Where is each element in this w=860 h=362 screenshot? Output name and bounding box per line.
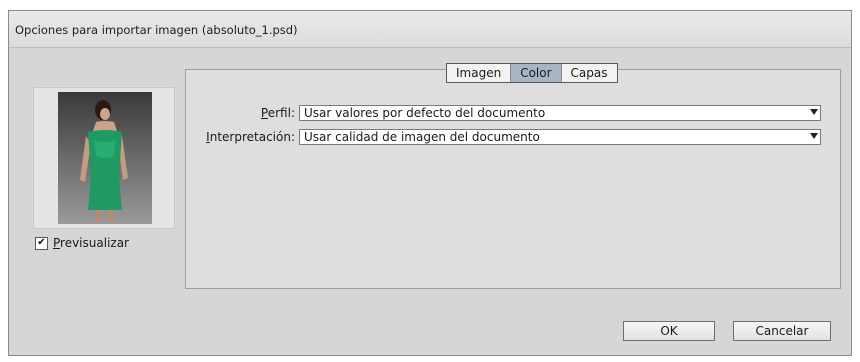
ok-button[interactable]: OK [623,321,715,341]
title-bar[interactable]: Opciones para importar imagen (absoluto_… [9,11,851,48]
perfil-select-value: Usar valores por defecto del documento [304,106,546,120]
perfil-label: Perfil: [260,106,295,120]
interpretacion-row: Interpretación: Usar calidad de imagen d… [193,129,821,145]
tab-color[interactable]: Color [511,64,562,82]
interpretacion-label: Interpretación: [206,130,295,144]
preview-checkbox[interactable]: ✔ [35,236,48,250]
tab-bar: Imagen Color Capas [446,63,618,83]
import-options-dialog: Opciones para importar imagen (absoluto_… [8,10,852,356]
interpretacion-select-value: Usar calidad de imagen del documento [304,130,540,144]
options-group-box [185,69,841,289]
tab-capas[interactable]: Capas [561,64,617,82]
preview-toggle[interactable]: ✔ Previsualizar [35,236,129,250]
perfil-select[interactable]: Usar valores por defecto del documento [299,105,821,121]
preview-thumbnail [58,92,152,224]
cancel-button[interactable]: Cancelar [733,321,831,341]
interpretacion-select[interactable]: Usar calidad de imagen del documento [299,129,821,145]
perfil-row: Perfil: Usar valores por defecto del doc… [193,105,821,121]
tab-imagen[interactable]: Imagen [447,64,512,82]
preview-figure-image [80,100,128,222]
chevron-down-icon[interactable] [810,133,818,139]
chevron-down-icon[interactable] [810,109,818,115]
preview-checkbox-label: Previsualizar [53,236,129,250]
preview-panel [33,87,175,229]
dialog-title: Opciones para importar imagen (absoluto_… [15,23,298,37]
